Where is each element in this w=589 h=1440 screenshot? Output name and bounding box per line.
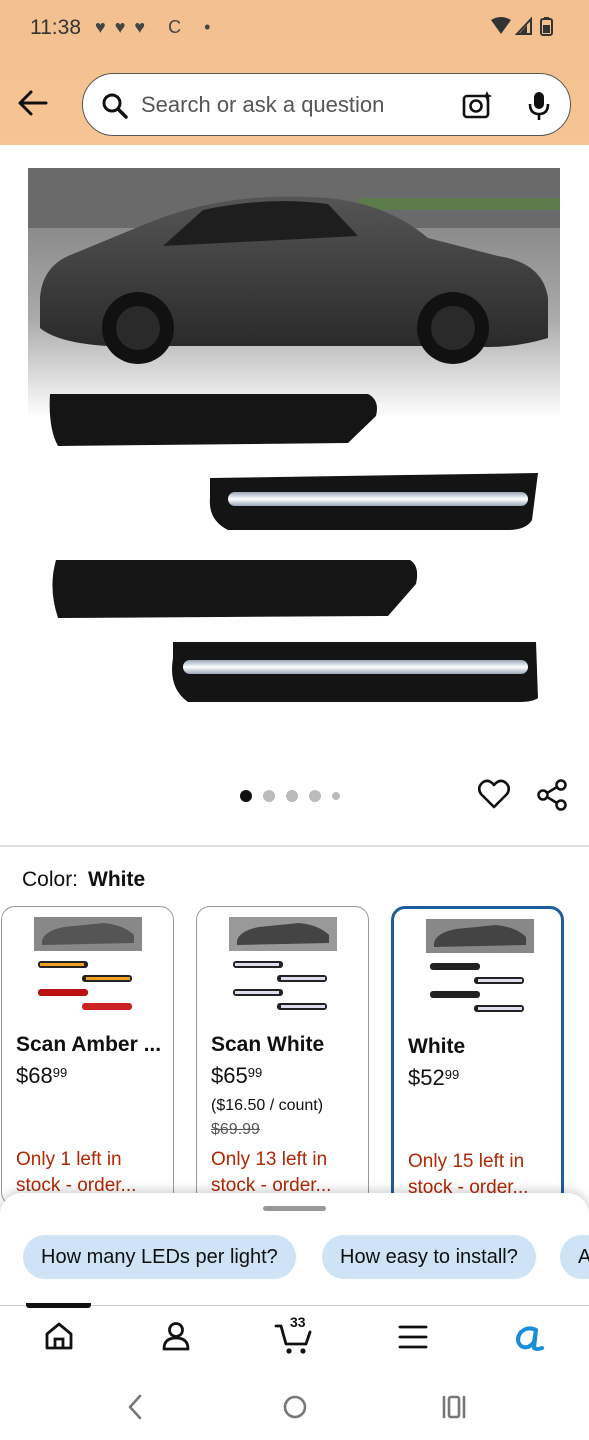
home-icon[interactable] — [43, 1320, 75, 1352]
system-recents-icon[interactable] — [440, 1393, 468, 1421]
camera-search-icon[interactable] — [461, 89, 493, 121]
system-status-icons — [489, 16, 563, 41]
variant-price: $6599 — [211, 1063, 263, 1088]
status-time: 11:38 — [30, 16, 81, 39]
gallery-dot[interactable] — [263, 790, 275, 802]
variant-thumbnail — [229, 917, 337, 1010]
variant-unit-price: ($16.50 / count) — [211, 1097, 324, 1114]
gallery-dot[interactable] — [240, 790, 252, 802]
system-nav-bar — [0, 1375, 589, 1440]
notification-icons: ♥♥♥ C • — [95, 17, 220, 37]
sheet-drag-handle[interactable] — [263, 1206, 326, 1211]
system-back-icon[interactable] — [125, 1393, 145, 1421]
rufus-icon[interactable] — [512, 1322, 546, 1354]
signal-battery-icon — [491, 16, 553, 36]
cart-icon[interactable] — [274, 1322, 314, 1356]
variant-card-scan-white[interactable]: Scan White $6599 ($16.50 / count) $69.99… — [196, 906, 369, 1206]
search-bar[interactable] — [82, 73, 571, 136]
product-image[interactable] — [28, 168, 560, 728]
variant-card-white[interactable]: White $5299 Only 15 left in stock - orde… — [391, 906, 564, 1206]
variant-card-scan-amber[interactable]: Scan Amber ... $6899 Only 1 left in stoc… — [1, 906, 174, 1206]
status-bar: 11:38 ♥♥♥ C • — [0, 0, 589, 58]
variant-name: Scan Amber ... — [16, 1033, 162, 1056]
active-tab-indicator — [26, 1303, 91, 1308]
rufus-suggestions-sheet: How many LEDs per light? How easy to ins… — [0, 1193, 589, 1305]
microphone-icon[interactable] — [527, 90, 551, 122]
account-icon[interactable] — [160, 1320, 192, 1352]
search-input[interactable] — [141, 88, 441, 122]
suggestion-chip[interactable]: A — [560, 1235, 589, 1279]
variant-thumbnail — [34, 917, 142, 1010]
gallery-dot[interactable] — [332, 792, 340, 800]
gallery-dot[interactable] — [286, 790, 298, 802]
menu-icon[interactable] — [398, 1324, 428, 1350]
variant-thumbnail — [426, 919, 534, 1012]
variant-stock: Only 13 left in stock - order... — [211, 1149, 332, 1196]
variant-name: Scan White — [211, 1033, 325, 1056]
variant-stock: Only 1 left in stock - order... — [16, 1149, 137, 1196]
color-selector-label: Color: White — [22, 868, 145, 892]
gallery-dot[interactable] — [309, 790, 321, 802]
gallery-dots[interactable] — [240, 788, 340, 804]
back-arrow-icon[interactable] — [16, 86, 50, 120]
share-icon[interactable] — [535, 778, 569, 812]
app-header: 11:38 ♥♥♥ C • — [0, 0, 589, 145]
color-value: White — [88, 868, 146, 891]
search-icon — [102, 93, 128, 119]
color-label: Color: — [22, 868, 79, 891]
section-divider — [0, 845, 589, 847]
variant-list-price: $69.99 — [211, 1121, 260, 1138]
variant-name: White — [408, 1035, 466, 1058]
suggestion-chip[interactable]: How easy to install? — [322, 1235, 536, 1279]
system-home-icon[interactable] — [281, 1393, 309, 1421]
variant-price: $5299 — [408, 1065, 460, 1090]
wishlist-heart-icon[interactable] — [478, 779, 510, 809]
variant-price: $6899 — [16, 1063, 68, 1088]
bottom-nav: 33 — [0, 1303, 589, 1375]
suggestion-chip[interactable]: How many LEDs per light? — [23, 1235, 296, 1279]
